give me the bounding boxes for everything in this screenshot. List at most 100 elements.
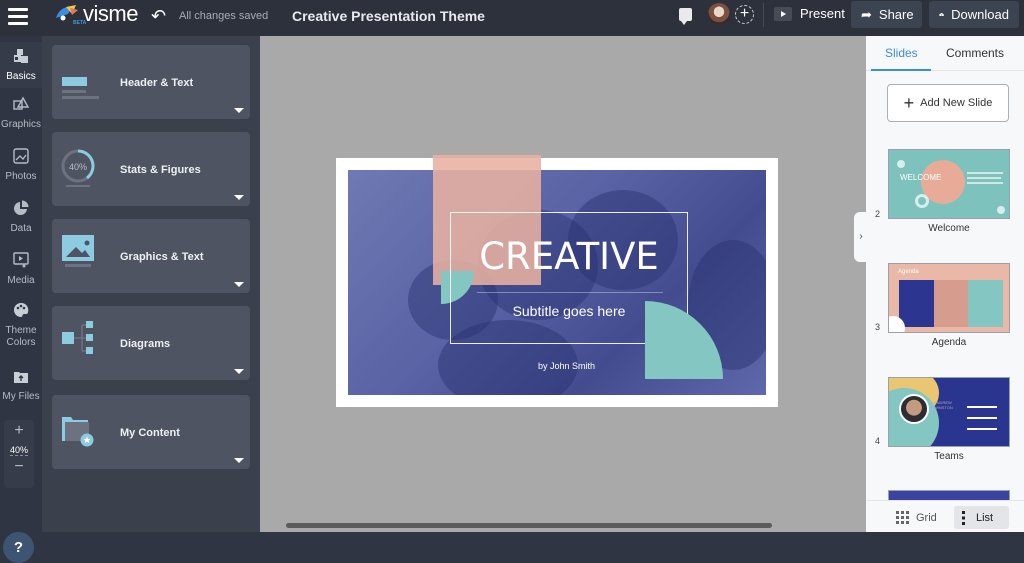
upload-folder-icon <box>14 372 28 383</box>
slide-thumbnail[interactable]: WELCOME <box>888 149 1010 219</box>
zoom-out-button[interactable]: − <box>4 458 34 476</box>
pie-chart-icon <box>14 200 29 215</box>
card-title: My Content <box>120 427 180 439</box>
undo-icon[interactable]: ↶ <box>151 6 166 27</box>
title-divider <box>477 292 663 293</box>
thumb-title: Agenda <box>898 269 919 275</box>
card-title: Graphics & Text <box>120 251 204 263</box>
add-slide-label: Add New Slide <box>920 97 993 109</box>
slides-panel: Slides Comments + Add New Slide 2 WELCOM… <box>866 36 1024 532</box>
slide-title[interactable]: CREATIVE <box>451 235 687 278</box>
card-my-content[interactable]: My Content <box>52 395 250 469</box>
media-icon <box>13 252 29 268</box>
thumb-title: WELCOME <box>900 173 942 182</box>
card-graphics-text[interactable]: Graphics & Text <box>52 219 250 293</box>
card-title: Diagrams <box>120 338 171 350</box>
photo-icon <box>13 148 29 164</box>
card-title: Header & Text <box>120 77 194 89</box>
rail-item-media[interactable]: Media <box>0 252 42 287</box>
share-button[interactable]: ➦ Share <box>851 1 922 28</box>
panel-tabs: Slides Comments <box>866 36 1024 71</box>
slide-author[interactable]: by John Smith <box>336 361 802 371</box>
top-bar: visme BETA ↶ All changes saved Creative … <box>0 0 1024 36</box>
horizontal-scrollbar[interactable] <box>286 523 772 528</box>
diagram-icon <box>62 321 93 354</box>
zoom-in-button[interactable]: + <box>4 422 34 440</box>
divider <box>763 3 764 27</box>
rail-item-basics[interactable]: Basics <box>0 42 42 88</box>
caret-down-icon[interactable] <box>234 458 244 463</box>
card-stats-figures[interactable]: 40% Stats & Figures <box>52 132 250 206</box>
plus-icon: + <box>903 93 915 113</box>
tab-slides[interactable]: Slides <box>885 46 918 60</box>
card-title: Stats & Figures <box>120 164 201 176</box>
list-label: List <box>976 511 994 524</box>
basics-panel: Header & Text 40% Stats & Figures Graphi… <box>42 36 260 532</box>
rail-label: Media <box>7 275 35 286</box>
shapes-icon <box>13 96 30 110</box>
caret-down-icon[interactable] <box>234 282 244 287</box>
user-avatar[interactable] <box>708 3 730 25</box>
rail-label: Theme Colors <box>5 325 37 348</box>
rail-label: Basics <box>6 71 36 82</box>
cloud-download-icon <box>939 13 944 17</box>
rail-item-photos[interactable]: Photos <box>0 148 42 183</box>
comment-icon[interactable] <box>679 8 692 25</box>
card-diagrams[interactable]: Diagrams <box>52 306 250 380</box>
slide-number: 4 <box>875 436 881 446</box>
menu-icon[interactable] <box>8 8 28 26</box>
play-icon <box>774 6 792 21</box>
visme-logo[interactable]: visme <box>54 3 138 25</box>
view-toggle-bar: Grid List <box>866 500 1024 532</box>
caret-down-icon[interactable] <box>234 369 244 374</box>
logo-text: visme <box>83 1 138 26</box>
save-status: All changes saved <box>179 10 269 22</box>
slide-number: 2 <box>875 209 881 219</box>
grid-icon <box>896 511 909 524</box>
palette-icon <box>14 302 29 317</box>
zoom-control: + 40% − <box>4 420 34 488</box>
thumb-title: ANDREW WINSTON <box>934 400 953 410</box>
caret-down-icon[interactable] <box>234 195 244 200</box>
slide-thumbnail[interactable]: Agenda <box>888 263 1010 333</box>
add-collaborator-button[interactable]: + <box>735 5 754 24</box>
list-view-button[interactable]: List <box>954 506 1009 529</box>
list-icon <box>962 510 965 525</box>
slide-label: Teams <box>934 451 964 462</box>
download-label: Download <box>951 7 1009 22</box>
tab-comments[interactable]: Comments <box>946 46 1004 60</box>
document-title[interactable]: Creative Presentation Theme <box>292 8 485 24</box>
rail-item-data[interactable]: Data <box>0 200 42 235</box>
rail-label: My Files <box>2 391 40 402</box>
active-tab-indicator <box>871 69 931 71</box>
present-label: Present <box>800 6 845 21</box>
download-button[interactable]: Download <box>929 1 1019 28</box>
stats-icon-text: 40% <box>69 162 87 172</box>
share-label: Share <box>878 7 914 22</box>
card-header-text[interactable]: Header & Text <box>52 45 250 119</box>
beta-badge: BETA <box>73 20 87 26</box>
blocks-icon <box>14 49 28 63</box>
rail-label: Photos <box>5 171 37 182</box>
share-arrow-icon: ➦ <box>861 6 872 22</box>
grid-view-button[interactable]: Grid <box>888 506 945 529</box>
folder-star-icon <box>62 417 94 447</box>
rail-item-theme-colors[interactable]: Theme Colors <box>0 302 42 349</box>
header-text-icon <box>62 77 99 99</box>
present-button[interactable]: Present <box>774 6 845 21</box>
zoom-level[interactable]: 40% <box>9 445 28 456</box>
tool-rail: Basics Graphics Photos Data Media Theme … <box>0 36 42 563</box>
rail-item-my-files[interactable]: My Files <box>0 368 42 403</box>
rail-label: Graphics <box>0 119 41 130</box>
grid-label: Grid <box>916 511 937 524</box>
slide-thumbnail[interactable]: ANDREW WINSTON <box>888 377 1010 447</box>
rail-label: Data <box>10 223 32 234</box>
slide-label: Welcome <box>928 223 970 234</box>
slide-label: Agenda <box>931 337 967 348</box>
add-new-slide-button[interactable]: + Add New Slide <box>887 84 1009 122</box>
rail-item-graphics[interactable]: Graphics <box>0 96 42 131</box>
stats-icon: 40% <box>61 149 95 187</box>
caret-down-icon[interactable] <box>234 108 244 113</box>
slide-number: 3 <box>875 322 881 332</box>
help-button[interactable]: ? <box>3 532 34 563</box>
